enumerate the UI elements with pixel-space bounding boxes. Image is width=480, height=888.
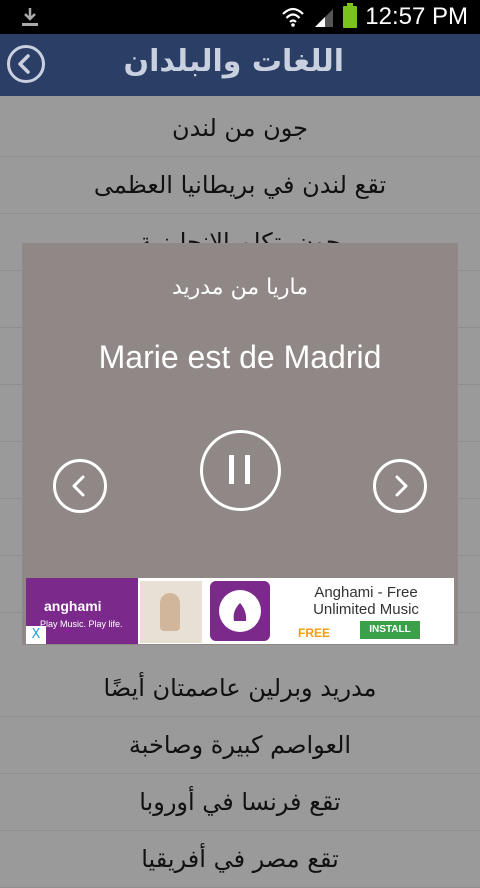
ad-banner[interactable]: anghami Play Music. Play life. X Anghami… [26, 578, 454, 644]
app-header: اللغات والبلدان [0, 34, 480, 96]
ad-close-button[interactable]: X [26, 626, 46, 644]
ad-brand-panel: anghami Play Music. Play life. X [26, 578, 138, 644]
list-item[interactable]: العواصم كبيرة وصاخبة [0, 717, 480, 774]
ad-install-button[interactable]: INSTALL [360, 621, 420, 639]
wifi-icon [282, 7, 305, 27]
list-item[interactable]: جون من لندن [0, 100, 480, 157]
anghami-logo-icon [210, 581, 270, 641]
ad-title: Anghami - Free Unlimited Music [313, 584, 419, 618]
previous-button[interactable] [53, 459, 107, 513]
status-bar: 12:57 PM [0, 0, 480, 34]
battery-icon [343, 3, 358, 28]
back-button[interactable] [7, 45, 45, 83]
ad-photo [140, 581, 202, 643]
list-item[interactable]: مدريد وبرلين عاصمتان أيضًا [0, 660, 480, 717]
download-icon [22, 8, 38, 26]
french-phrase: Marie est de Madrid [98, 339, 382, 375]
ad-tagline: Play Music. Play life. [40, 619, 123, 629]
list-item[interactable]: تقع فرنسا في أوروبا [0, 774, 480, 831]
ad-brand: anghami [44, 598, 102, 614]
chevron-left-icon [18, 54, 30, 74]
signal-icon [315, 9, 334, 27]
chevron-right-icon [395, 475, 408, 497]
status-time: 12:57 PM [365, 3, 468, 30]
list-item[interactable]: تقع لندن في بريطانيا العظمى [0, 157, 480, 214]
chevron-left-icon [72, 475, 85, 497]
arabic-phrase: ماريا من مدريد [171, 275, 309, 300]
pause-button[interactable] [200, 430, 281, 511]
ad-free-label: FREE [298, 626, 331, 640]
next-button[interactable] [373, 459, 427, 513]
list-item[interactable]: تقع مصر في أفريقيا [0, 831, 480, 888]
pause-icon [229, 455, 250, 484]
page-title: اللغات والبلدان [123, 44, 345, 79]
